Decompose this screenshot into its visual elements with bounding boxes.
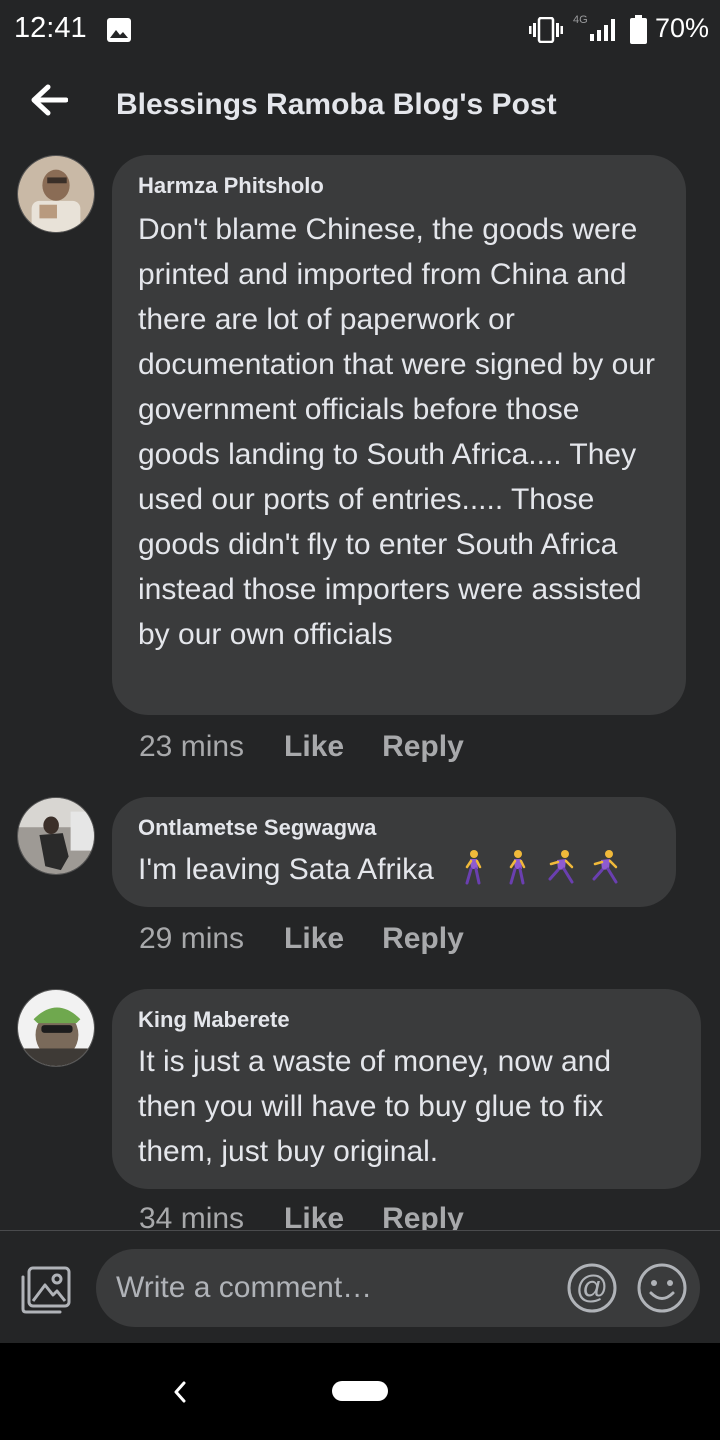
photo-icon[interactable]	[20, 1265, 72, 1315]
comment-input[interactable]	[116, 1249, 556, 1327]
comment-author[interactable]: King Maberete	[138, 1005, 675, 1035]
comment-input-wrap: @	[96, 1249, 700, 1327]
comment-bubble: King Maberete It is just a waste of mone…	[112, 989, 701, 1189]
comment-time[interactable]: 29 mins	[139, 922, 244, 956]
network-label: 4G	[573, 14, 588, 26]
system-nav-bar	[0, 1343, 720, 1440]
status-bar: 12:41 4G 70%	[0, 0, 720, 60]
reply-button[interactable]: Reply	[382, 922, 464, 956]
status-time: 12:41	[14, 12, 87, 44]
reply-button[interactable]: Reply	[382, 730, 464, 764]
page-title: Blessings Ramoba Blog's Post	[116, 88, 557, 121]
back-arrow-icon[interactable]	[28, 82, 69, 118]
comment-actions: 29 mins Like Reply	[139, 922, 502, 956]
comment-author[interactable]: Ontlametse Segwagwa	[138, 813, 650, 843]
nav-home-pill[interactable]	[332, 1381, 388, 1401]
at-mention-icon[interactable]: @	[566, 1262, 618, 1314]
comment-composer: @	[0, 1230, 720, 1343]
like-button[interactable]: Like	[284, 922, 344, 956]
avatar[interactable]	[17, 155, 95, 233]
avatar[interactable]	[17, 989, 95, 1067]
svg-text:@: @	[576, 1269, 608, 1305]
comment-text: It is just a waste of money, now and the…	[138, 1045, 612, 1168]
woman-running-emoji-icon	[547, 849, 575, 885]
comment-actions: 23 mins Like Reply	[139, 730, 502, 764]
battery-percent: 70%	[655, 13, 710, 43]
comment-bubble: Harmza Phitsholo Don't blame Chinese, th…	[112, 155, 686, 715]
nav-back-icon[interactable]	[168, 1377, 192, 1407]
battery-icon	[630, 15, 647, 44]
avatar[interactable]	[17, 797, 95, 875]
emoji-smile-icon[interactable]	[636, 1262, 688, 1314]
comment-bubble: Ontlametse Segwagwa I'm leaving Sata Afr…	[112, 797, 676, 907]
gallery-icon	[106, 17, 132, 43]
woman-walking-emoji-icon	[459, 849, 487, 885]
signal-icon	[590, 17, 620, 43]
comment-time[interactable]: 23 mins	[139, 730, 244, 764]
like-button[interactable]: Like	[284, 730, 344, 764]
comment-author[interactable]: Harmza Phitsholo	[138, 171, 660, 201]
woman-walking-emoji-icon	[503, 849, 531, 885]
comment-text: I'm leaving Sata Afrika	[138, 853, 434, 886]
comment-text-row: I'm leaving Sata Afrika	[138, 847, 650, 892]
woman-running-emoji-icon	[591, 849, 619, 885]
comment-text: Don't blame Chinese, the goods were prin…	[138, 213, 655, 651]
vibrate-icon	[529, 16, 563, 44]
